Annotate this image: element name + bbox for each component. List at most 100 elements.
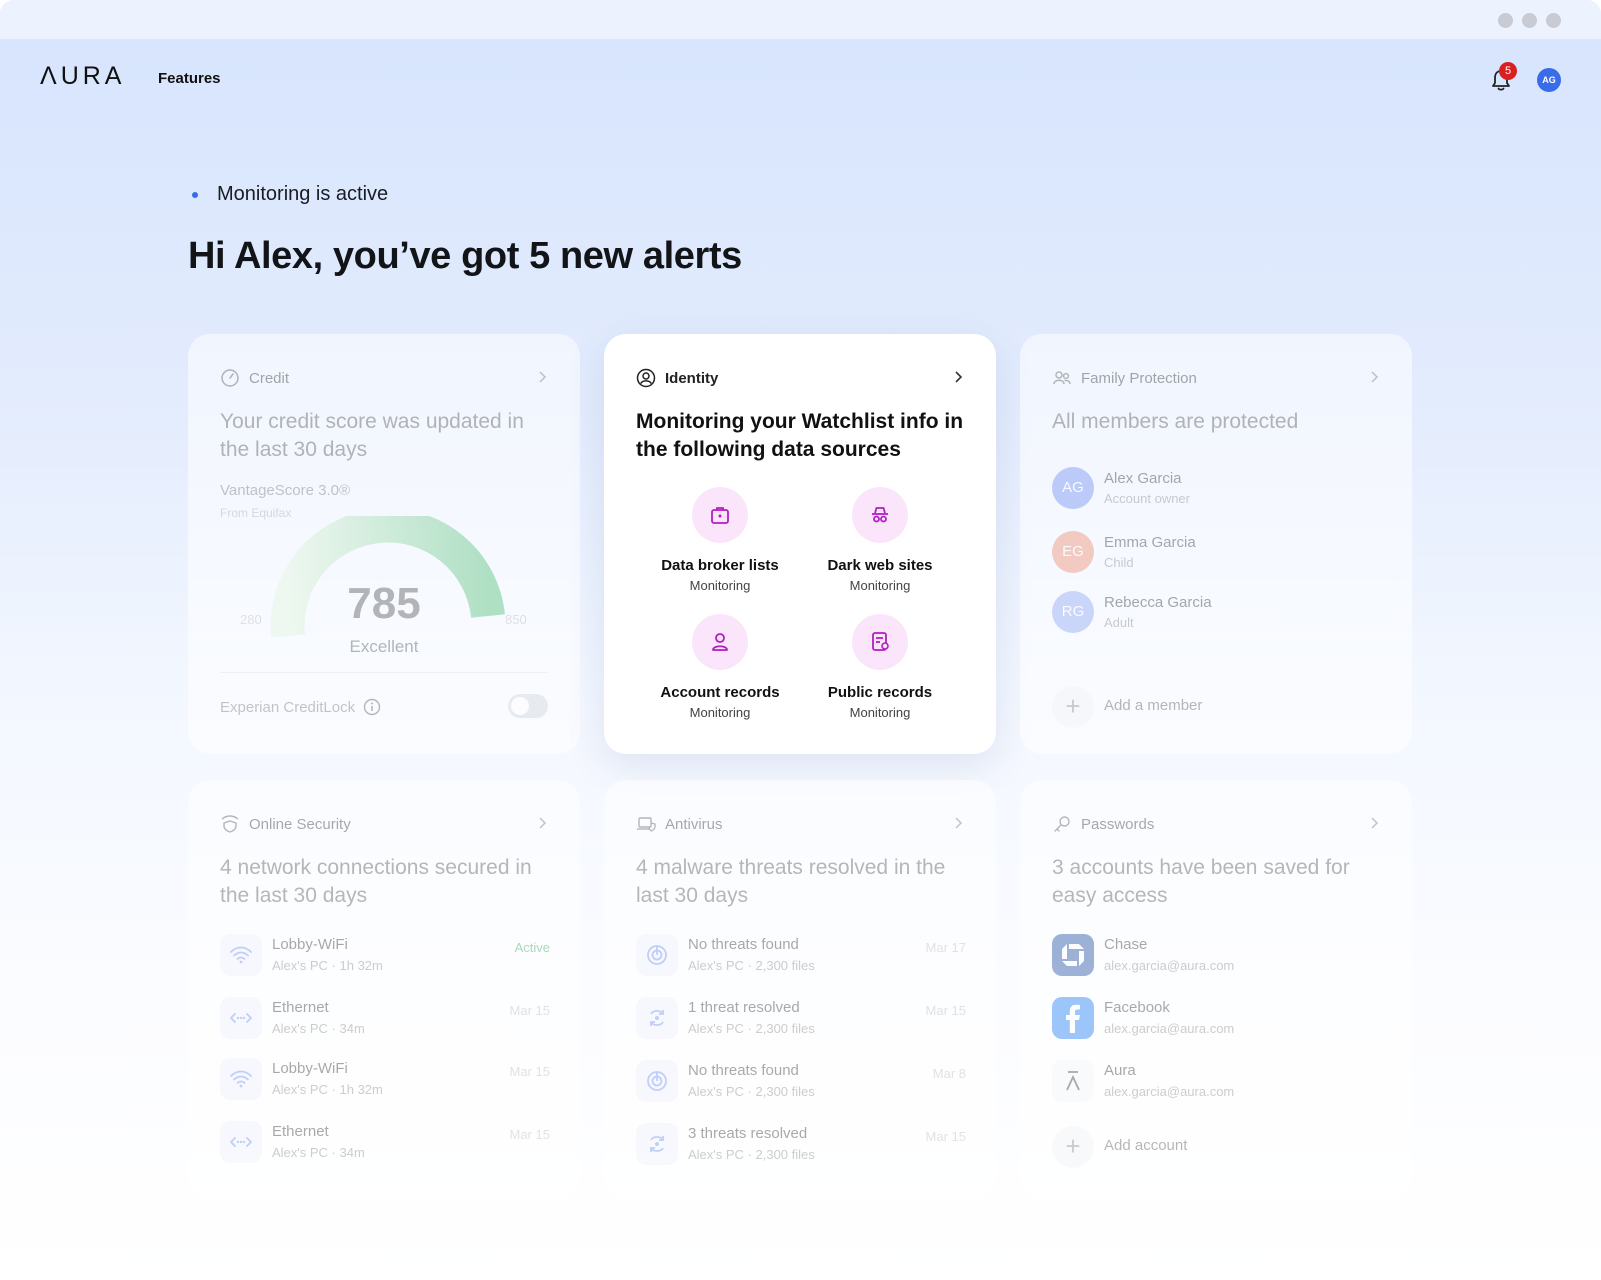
scan-date: Mar 15 <box>925 1129 966 1144</box>
wifi-icon <box>220 934 262 976</box>
creditlock-label: Experian CreditLock <box>220 698 356 716</box>
account-email: alex.garcia@aura.com <box>1104 1021 1235 1036</box>
account-row[interactable]: Aura alex.garcia@aura.com <box>1052 1060 1382 1104</box>
window-controls <box>1498 13 1561 28</box>
scan-row[interactable]: No threats found Alex's PC · 2,300 files… <box>636 1060 966 1104</box>
monitoring-status: Monitoring is active <box>192 183 388 206</box>
connection-date: Mar 15 <box>509 1064 550 1079</box>
connection-row[interactable]: Ethernet Alex's PC · 34m Mar 15 <box>220 1121 550 1165</box>
title-bar <box>0 0 1601 40</box>
add-account-button[interactable]: + Add account <box>1052 1126 1382 1168</box>
chevron-right-icon[interactable] <box>536 369 548 385</box>
source-status: Monitoring <box>689 578 751 593</box>
score-model: VantageScore 3.0® <box>220 482 351 499</box>
scan-detail: Alex's PC · 2,300 files <box>688 1021 815 1036</box>
card-header: Credit <box>220 366 548 390</box>
member-role: Adult <box>1104 615 1134 630</box>
account-email: alex.garcia@aura.com <box>1104 1084 1235 1099</box>
card-title: Your credit score was updated in the las… <box>220 410 524 461</box>
source-account-records[interactable]: Account records Monitoring <box>640 614 800 720</box>
window-dot[interactable] <box>1546 13 1561 28</box>
member-name: Rebecca Garcia <box>1104 594 1212 611</box>
scan-result: No threats found <box>688 1062 799 1079</box>
credit-rating: Excellent <box>349 637 419 656</box>
account-row[interactable]: Chase alex.garcia@aura.com <box>1052 934 1382 978</box>
member-avatar: RG <box>1052 591 1094 633</box>
chevron-right-icon[interactable] <box>1368 369 1380 385</box>
card-header: Identity <box>636 366 964 390</box>
add-member-label: Add a member <box>1104 697 1203 714</box>
credit-score: 785 <box>347 579 421 628</box>
notification-badge: 5 <box>1499 62 1517 80</box>
add-member-button[interactable]: + Add a member <box>1052 686 1382 728</box>
family-member[interactable]: AG Alex Garcia Account owner <box>1052 467 1382 511</box>
source-icon-bg <box>692 487 748 543</box>
credit-card[interactable]: Credit Your credit score was updated in … <box>188 334 580 754</box>
user-avatar[interactable]: AG <box>1537 68 1561 92</box>
toggle-knob <box>511 697 529 715</box>
source-icon-bg <box>852 614 908 670</box>
card-header: Antivirus <box>636 812 964 836</box>
family-member[interactable]: EG Emma Garcia Child <box>1052 531 1382 575</box>
scan-detail: Alex's PC · 2,300 files <box>688 1084 815 1099</box>
card-header: Family Protection <box>1052 366 1380 390</box>
account-name: Chase <box>1104 936 1148 953</box>
bug-icon <box>636 1123 678 1165</box>
window-dot[interactable] <box>1498 13 1513 28</box>
family-protection-card[interactable]: Family Protection All members are protec… <box>1020 334 1412 754</box>
card-label: Family Protection <box>1081 369 1197 387</box>
chevron-right-icon[interactable] <box>1368 815 1380 831</box>
family-member[interactable]: RG Rebecca Garcia Adult <box>1052 591 1382 635</box>
aura-logo[interactable]: ΛURA <box>40 62 125 91</box>
scan-icon <box>636 934 678 976</box>
account-row[interactable]: Facebook alex.garcia@aura.com <box>1052 997 1382 1041</box>
window-dot[interactable] <box>1522 13 1537 28</box>
chevron-right-icon[interactable] <box>536 815 548 831</box>
app-window: ΛURA Features 5 AG Monitoring is active … <box>0 0 1601 1280</box>
document-icon <box>872 632 889 651</box>
creditlock-row: Experian CreditLock <box>220 698 381 716</box>
antivirus-card[interactable]: Antivirus 4 malware threats resolved in … <box>604 780 996 1200</box>
connection-name: Lobby-WiFi <box>272 936 348 953</box>
scan-detail: Alex's PC · 2,300 files <box>688 958 815 973</box>
connection-row[interactable]: Ethernet Alex's PC · 34m Mar 15 <box>220 997 550 1041</box>
connection-name: Ethernet <box>272 999 329 1016</box>
scan-date: Mar 8 <box>932 1066 966 1081</box>
connection-date: Mar 15 <box>509 1127 550 1142</box>
spy-icon <box>872 507 888 523</box>
member-name: Alex Garcia <box>1104 470 1182 487</box>
source-status: Monitoring <box>689 705 751 720</box>
nav-features-link[interactable]: Features <box>158 70 221 87</box>
source-data-broker[interactable]: Data broker lists Monitoring <box>640 487 800 593</box>
chevron-right-icon[interactable] <box>952 369 964 385</box>
add-account-label: Add account <box>1104 1137 1188 1154</box>
passwords-card[interactable]: Passwords 3 accounts have been saved for… <box>1020 780 1412 1200</box>
account-email: alex.garcia@aura.com <box>1104 958 1235 973</box>
plus-icon: + <box>1052 686 1094 728</box>
bug-icon <box>636 997 678 1039</box>
wifi-icon <box>220 1058 262 1100</box>
identity-card[interactable]: Identity Monitoring your Watchlist info … <box>604 334 996 754</box>
card-title: Monitoring your Watchlist info in the fo… <box>636 410 964 461</box>
scan-result: No threats found <box>688 936 799 953</box>
key-icon <box>1054 816 1070 832</box>
chevron-right-icon[interactable] <box>952 815 964 831</box>
source-dark-web[interactable]: Dark web sites Monitoring <box>800 487 960 593</box>
source-public-records[interactable]: Public records Monitoring <box>800 614 960 720</box>
card-title: 4 malware threats resolved in the last 3… <box>636 856 946 907</box>
online-security-card[interactable]: Online Security 4 network connections se… <box>188 780 580 1200</box>
briefcase-icon <box>711 507 729 524</box>
scan-row[interactable]: 3 threats resolved Alex's PC · 2,300 fil… <box>636 1123 966 1167</box>
creditlock-toggle[interactable] <box>508 694 548 718</box>
scan-row[interactable]: No threats found Alex's PC · 2,300 files… <box>636 934 966 978</box>
card-title: All members are protected <box>1052 410 1299 433</box>
divider <box>220 672 548 673</box>
connection-row[interactable]: Lobby-WiFi Alex's PC · 1h 32m Mar 15 <box>220 1058 550 1102</box>
info-icon[interactable] <box>363 698 381 716</box>
identity-user-icon <box>636 368 656 388</box>
laptop-shield-icon <box>637 817 656 832</box>
connection-row[interactable]: Lobby-WiFi Alex's PC · 1h 32m Active <box>220 934 550 978</box>
connection-date: Mar 15 <box>509 1003 550 1018</box>
card-label: Passwords <box>1081 815 1155 833</box>
scan-row[interactable]: 1 threat resolved Alex's PC · 2,300 file… <box>636 997 966 1041</box>
